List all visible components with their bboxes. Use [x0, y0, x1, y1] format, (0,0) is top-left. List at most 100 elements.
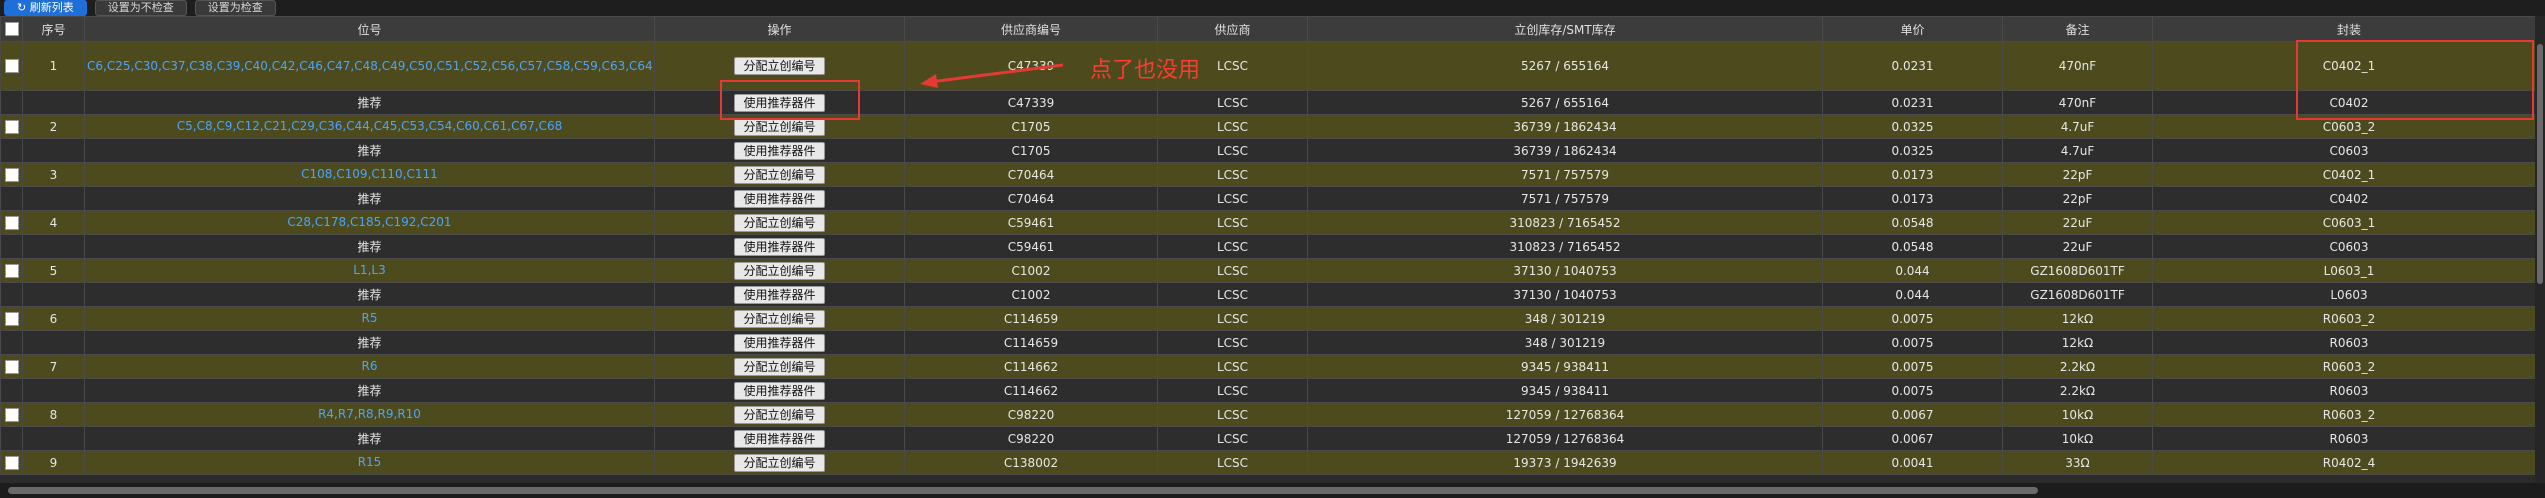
col-header-index[interactable]: 序号: [22, 16, 85, 42]
use-recommended-button[interactable]: 使用推荐器件: [734, 333, 825, 352]
ref-designator-link[interactable]: R6: [362, 359, 378, 373]
row-checkbox[interactable]: [4, 407, 19, 422]
assign-lcsc-button[interactable]: 分配立创编号: [734, 117, 825, 136]
ref-designator-link[interactable]: C109: [336, 167, 367, 181]
ref-designator-link[interactable]: R7: [338, 407, 354, 421]
use-recommended-button[interactable]: 使用推荐器件: [734, 237, 825, 256]
ref-designator-link[interactable]: C37: [162, 59, 186, 73]
ref-designator-link[interactable]: C110: [371, 167, 402, 181]
col-header-note[interactable]: 备注: [2002, 16, 2153, 42]
row-checkbox-cell[interactable]: [0, 354, 23, 379]
row-checkbox[interactable]: [4, 167, 19, 182]
horizontal-scrollbar[interactable]: [0, 483, 2545, 498]
ref-designator-link[interactable]: C47: [327, 59, 351, 73]
ref-designator-link[interactable]: C61: [484, 119, 508, 133]
ref-designator-link[interactable]: C178: [315, 215, 346, 229]
row-checkbox-cell[interactable]: [0, 306, 23, 331]
row-checkbox[interactable]: [4, 119, 19, 134]
ref-designator-link[interactable]: C36: [319, 119, 343, 133]
ref-designator-link[interactable]: C6: [87, 59, 103, 73]
row-checkbox-cell[interactable]: [0, 450, 23, 475]
ref-designator-link[interactable]: C192: [385, 215, 416, 229]
col-header-package[interactable]: 封装: [2152, 16, 2545, 42]
ref-designator-link[interactable]: C46: [299, 59, 323, 73]
ref-designator-link[interactable]: R5: [362, 311, 378, 325]
row-checkbox-cell[interactable]: [0, 402, 23, 427]
ref-designator-link[interactable]: C57: [519, 59, 543, 73]
row-checkbox-cell[interactable]: [0, 162, 23, 187]
ref-designator-link[interactable]: C5: [177, 119, 193, 133]
ref-designator-link[interactable]: C60: [456, 119, 480, 133]
ref-designator-link[interactable]: C44: [346, 119, 370, 133]
row-checkbox[interactable]: [4, 263, 19, 278]
assign-lcsc-button[interactable]: 分配立创编号: [734, 57, 825, 75]
select-all-header[interactable]: [0, 16, 23, 42]
ref-designator-link[interactable]: C185: [350, 215, 381, 229]
use-recommended-button[interactable]: 使用推荐器件: [734, 429, 825, 448]
col-header-refs[interactable]: 位号: [84, 16, 655, 42]
ref-designator-link[interactable]: R10: [397, 407, 421, 421]
ref-designator-link[interactable]: C9: [216, 119, 232, 133]
ref-designator-link[interactable]: C29: [291, 119, 315, 133]
ref-designator-link[interactable]: R8: [358, 407, 374, 421]
set-check-button[interactable]: 设置为检查: [194, 0, 276, 16]
ref-designator-link[interactable]: C25: [107, 59, 131, 73]
use-recommended-button[interactable]: 使用推荐器件: [734, 189, 825, 208]
ref-designator-link[interactable]: C45: [374, 119, 398, 133]
ref-designator-link[interactable]: C59: [574, 59, 598, 73]
row-checkbox[interactable]: [4, 359, 19, 374]
ref-designator-link[interactable]: L3: [371, 263, 385, 277]
row-checkbox-cell[interactable]: [0, 258, 23, 283]
ref-designator-link[interactable]: C54: [429, 119, 453, 133]
ref-designator-link[interactable]: C52: [464, 59, 488, 73]
ref-designator-link[interactable]: C50: [409, 59, 433, 73]
assign-lcsc-button[interactable]: 分配立创编号: [734, 165, 825, 184]
ref-designator-link[interactable]: C8: [197, 119, 213, 133]
ref-designator-link[interactable]: R9: [378, 407, 394, 421]
vertical-scrollbar[interactable]: [2535, 16, 2545, 483]
row-checkbox[interactable]: [4, 215, 19, 230]
col-header-price[interactable]: 单价: [1822, 16, 2003, 42]
assign-lcsc-button[interactable]: 分配立创编号: [734, 213, 825, 232]
ref-designator-link[interactable]: C21: [264, 119, 288, 133]
use-recommended-button[interactable]: 使用推荐器件: [734, 141, 825, 160]
assign-lcsc-button[interactable]: 分配立创编号: [734, 261, 825, 280]
ref-designator-link[interactable]: R15: [358, 455, 382, 469]
ref-designator-link[interactable]: R4: [318, 407, 334, 421]
ref-designator-link[interactable]: C49: [382, 59, 406, 73]
ref-designator-link[interactable]: C40: [244, 59, 268, 73]
assign-lcsc-button[interactable]: 分配立创编号: [734, 309, 825, 328]
horizontal-scrollbar-thumb[interactable]: [8, 487, 2038, 494]
ref-designator-link[interactable]: C12: [236, 119, 260, 133]
ref-designator-link[interactable]: C38: [189, 59, 213, 73]
ref-designator-link[interactable]: L1: [353, 263, 367, 277]
ref-designator-link[interactable]: C68: [539, 119, 563, 133]
select-all-checkbox[interactable]: [4, 22, 19, 37]
ref-designator-link[interactable]: C108: [301, 167, 332, 181]
row-checkbox-cell[interactable]: [0, 114, 23, 139]
col-header-action[interactable]: 操作: [654, 16, 905, 42]
ref-designator-link[interactable]: C63: [602, 59, 626, 73]
set-uncheck-button[interactable]: 设置为不检查: [94, 0, 187, 16]
ref-designator-link[interactable]: C30: [134, 59, 158, 73]
use-recommended-button[interactable]: 使用推荐器件: [734, 285, 825, 304]
ref-designator-link[interactable]: C111: [407, 167, 438, 181]
assign-lcsc-button[interactable]: 分配立创编号: [734, 405, 825, 424]
vertical-scrollbar-thumb[interactable]: [2537, 44, 2543, 284]
assign-lcsc-button[interactable]: 分配立创编号: [734, 453, 825, 472]
row-checkbox[interactable]: [4, 455, 19, 470]
col-header-stock[interactable]: 立创库存/SMT库存: [1307, 16, 1823, 42]
refresh-list-button[interactable]: ↻ 刷新列表: [4, 0, 87, 16]
ref-designator-link[interactable]: C28: [287, 215, 311, 229]
ref-designator-link[interactable]: C53: [401, 119, 425, 133]
ref-designator-link[interactable]: C64: [629, 59, 653, 73]
assign-lcsc-button[interactable]: 分配立创编号: [734, 357, 825, 376]
row-checkbox[interactable]: [4, 59, 19, 74]
ref-designator-link[interactable]: C51: [437, 59, 461, 73]
col-header-supplier[interactable]: 供应商: [1157, 16, 1308, 42]
ref-designator-link[interactable]: C67: [511, 119, 535, 133]
row-checkbox-cell[interactable]: [0, 41, 23, 91]
ref-designator-link[interactable]: C56: [492, 59, 516, 73]
row-checkbox-cell[interactable]: [0, 210, 23, 235]
ref-designator-link[interactable]: C58: [547, 59, 571, 73]
